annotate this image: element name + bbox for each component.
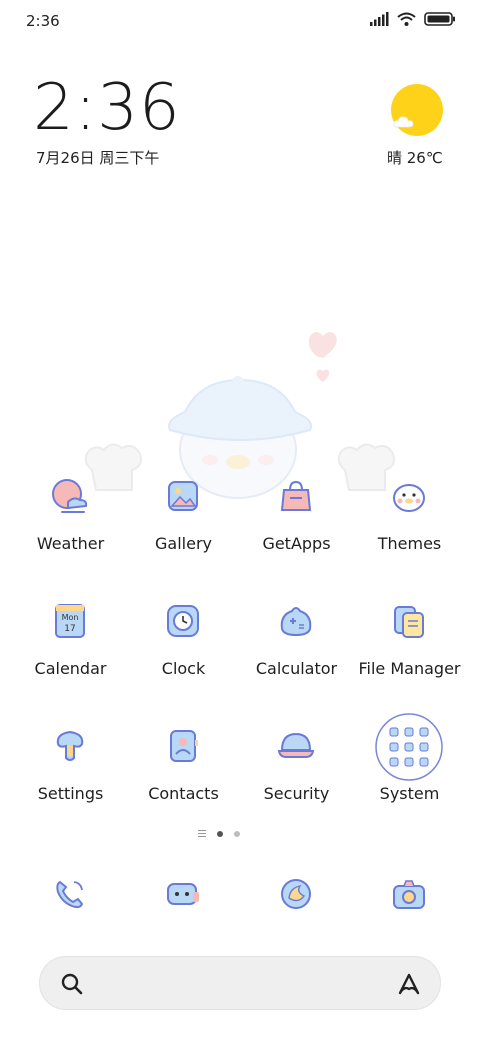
- wifi-icon: [397, 12, 416, 26]
- page-dot-active: [217, 830, 223, 837]
- status-bar: 2:36: [0, 0, 480, 42]
- app-security[interactable]: Security: [240, 726, 353, 826]
- app-drawer-indicator-icon: [198, 830, 206, 837]
- calculator-icon: [280, 607, 312, 637]
- file-manager-icon: [394, 606, 424, 638]
- app-label: Contacts: [148, 784, 219, 803]
- app-label: Settings: [37, 784, 104, 803]
- app-file-manager[interactable]: File Manager: [353, 601, 466, 701]
- battery-icon: [424, 12, 455, 26]
- app-label: File Manager: [358, 659, 461, 678]
- assistant-icon[interactable]: [394, 969, 424, 999]
- app-calculator[interactable]: Calculator: [240, 601, 353, 701]
- app-clock[interactable]: Clock: [127, 601, 240, 701]
- camera-icon[interactable]: [389, 874, 429, 914]
- app-calendar[interactable]: Mon 17 Calendar: [14, 601, 127, 701]
- app-label: Calculator: [255, 659, 338, 678]
- app-gallery[interactable]: Gallery: [127, 476, 240, 576]
- security-icon: [277, 732, 315, 758]
- cloud-icon: [393, 116, 414, 128]
- app-settings[interactable]: Settings: [14, 726, 127, 826]
- system-folder-icon: [375, 713, 443, 781]
- svg-text:17: 17: [64, 624, 75, 634]
- sun-icon[interactable]: [391, 84, 443, 136]
- clock-icon: [167, 605, 199, 637]
- weather-widget-text: 晴 26℃: [387, 149, 443, 167]
- page-indicator[interactable]: [198, 830, 240, 837]
- signal-icon: [370, 12, 389, 26]
- app-themes[interactable]: Themes: [353, 476, 466, 576]
- app-label: Weather: [36, 534, 105, 553]
- contacts-icon: [170, 730, 198, 762]
- wallpaper-duck-illustration: [84, 332, 395, 499]
- calendar-icon: Mon 17: [55, 604, 85, 638]
- clock-widget-time[interactable]: 2:36: [33, 76, 181, 140]
- app-system-folder[interactable]: System: [353, 713, 466, 826]
- app-label: Security: [263, 784, 330, 803]
- themes-icon: [393, 484, 425, 512]
- status-time: 2:36: [26, 12, 60, 30]
- app-getapps[interactable]: GetApps: [240, 476, 353, 576]
- clock-widget-date: 7月26日 周三下午: [36, 149, 160, 167]
- app-label: Themes: [377, 534, 442, 553]
- app-label: Calendar: [34, 659, 107, 678]
- app-weather[interactable]: Weather: [14, 476, 127, 576]
- getapps-icon: [280, 480, 312, 511]
- page-dot: [234, 830, 240, 837]
- browser-icon[interactable]: [276, 874, 316, 914]
- search-icon[interactable]: [60, 972, 84, 996]
- app-label: Clock: [161, 659, 206, 678]
- app-label: GetApps: [262, 534, 331, 553]
- app-label: System: [379, 784, 440, 803]
- search-bar[interactable]: [39, 956, 441, 1010]
- messages-icon[interactable]: [163, 874, 203, 914]
- settings-icon: [56, 730, 84, 761]
- weather-icon: [52, 479, 88, 513]
- gallery-icon: [168, 481, 198, 511]
- phone-icon[interactable]: [50, 874, 90, 914]
- app-contacts[interactable]: Contacts: [127, 726, 240, 826]
- app-label: Gallery: [155, 534, 212, 553]
- svg-text:Mon: Mon: [62, 613, 79, 622]
